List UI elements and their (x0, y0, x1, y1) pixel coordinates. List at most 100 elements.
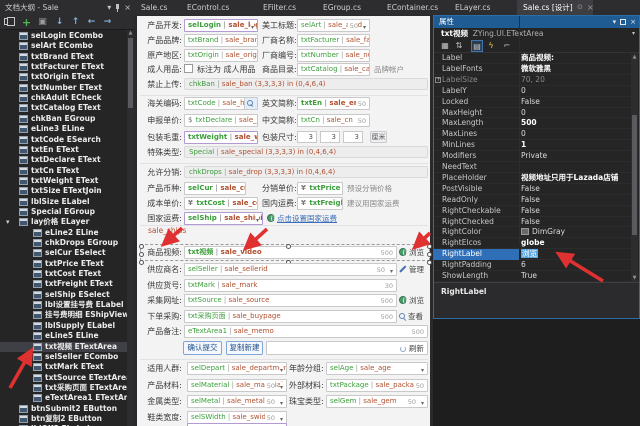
outline-item-txtCn[interactable]: txtCn EText (0, 166, 127, 176)
move-right-icon[interactable]: → (101, 16, 114, 29)
submit-button[interactable]: 确认提交 (183, 341, 222, 355)
property-row-LabelFonts[interactable]: LabelFonts 微软雅黑 (434, 64, 632, 75)
field-sale_memo[interactable]: eTextArea1 | sale_memo 500 (184, 324, 428, 338)
outline-item-lblSupply[interactable]: lblSupply ELabel (0, 321, 127, 331)
move-left-icon[interactable]: ← (85, 16, 98, 29)
close-icon[interactable]: × (124, 0, 131, 15)
property-row-RightLabel[interactable]: RightLabel 浏览 (434, 249, 632, 261)
selection-handle[interactable] (139, 244, 144, 249)
selection-handle[interactable] (427, 244, 432, 249)
outline-item-txtFacturer[interactable]: txtFacturer EText (0, 62, 127, 72)
field-button-查看[interactable]: 查看 (399, 311, 423, 322)
tab-Sale.cs [设计][interactable]: Sale.cs [设计] (523, 0, 573, 15)
outline-item-selArt[interactable]: selArt ECombo (0, 41, 127, 51)
outline-item-txtFreight[interactable]: txtFreight EText (0, 279, 127, 289)
field-sale_buypage[interactable]: txt采购页面 | sale_buypage 500 (184, 309, 397, 323)
copy-new-button[interactable]: 复制新建 (226, 341, 263, 355)
field-sale_mark[interactable]: txtMark | sale_mark 30 (184, 278, 397, 292)
field-button-浏览[interactable]: 浏览 (399, 295, 424, 306)
outline-item-chkAdult[interactable]: chkAdult ECheck (0, 93, 127, 103)
scroll-down-icon[interactable]: ▼ (631, 275, 638, 281)
adult-checkbox[interactable] (184, 64, 193, 73)
field-sale_shipid[interactable]: selShip | sale_shipid▾ (184, 211, 263, 225)
outline-item-txtSource[interactable]: txtSource ETextArea (0, 373, 131, 383)
property-row-MaxLines[interactable]: MaxLines 0 (434, 129, 632, 141)
frame-icon[interactable]: ▣ (36, 16, 49, 29)
outline-item-lblSize[interactable]: lblSize ELabel (0, 197, 127, 207)
scroll-up-icon[interactable]: ▲ (127, 30, 134, 36)
size-input[interactable]: 3 (343, 131, 363, 143)
selection-handle[interactable] (139, 252, 144, 257)
field-sale_decla[interactable]: $ txtDeclare | sale_decla (184, 113, 258, 127)
size-input[interactable]: 3 (297, 131, 317, 143)
property-row-MaxLength[interactable]: MaxLength 500 (434, 118, 632, 130)
alphabetical-icon[interactable]: ⇅ (453, 40, 465, 52)
selection-handle[interactable] (286, 244, 291, 249)
field-sale_department[interactable]: selDepart | sale_department ▾ (187, 361, 287, 375)
tab-pin-icon[interactable]: ⊙ (577, 0, 583, 15)
field-sale_gem[interactable]: selGem | sale_gem 50 ▾ (326, 394, 428, 408)
field-sale_hsco[interactable]: txtCode | sale_hsco (184, 96, 258, 110)
field-sale_material[interactable]: selMaterial | sale_material 50 ▾ (187, 378, 287, 392)
field-sale_logi[interactable]: selLogin | sale_logi▾ (184, 18, 258, 32)
field-sale_source[interactable]: txtSource | sale_source 500 (184, 293, 397, 307)
field-txtFreight[interactable]: ¥ txtFreight | (297, 196, 343, 210)
outline-item-txtCatalog[interactable]: txtCatalog EText (0, 103, 127, 113)
events-icon[interactable]: ϟ (485, 40, 497, 52)
field-sale_artid[interactable]: selArt | sale_artid 50 ▾ (297, 18, 370, 32)
outline-item-txtOrigin[interactable]: txtOrigin EText (0, 72, 127, 82)
outline-item-txtWeight[interactable]: txtWeight EText (0, 176, 127, 186)
outline-item-chkBan[interactable]: chkBan EGroup (0, 114, 127, 124)
property-row-LabelSize[interactable]: + LabelSize 70, 20 (434, 75, 632, 86)
outline-item-chkDrops[interactable]: chkDrops EGroup (0, 238, 127, 248)
move-up-icon[interactable]: ↑ (69, 16, 82, 29)
expander-icon[interactable]: + (435, 76, 441, 83)
field-sale_en[interactable]: txtEn | sale_en 50 (297, 96, 370, 110)
search-button[interactable] (244, 97, 257, 109)
field-sale_package[interactable]: txtPackage | sale_package 50 (326, 378, 428, 392)
tab-close-icon[interactable]: × (587, 0, 594, 15)
outline-scrollbar[interactable]: ▲ (127, 30, 134, 426)
scroll-up-icon[interactable]: ▲ (631, 54, 638, 60)
field-sal[interactable]: ¥ txtPrice | sal (297, 181, 343, 195)
field-sale_swidth[interactable]: selSWidth | sale_swidth 50 ▾ (187, 410, 287, 424)
tab-EControl.cs[interactable]: EControl.cs (187, 0, 229, 15)
property-row-RightPadding[interactable]: RightPadding 6 (434, 260, 632, 272)
outline-item-btnSubmit2[interactable]: btnSubmit2 EButton (0, 404, 127, 414)
field-sale_catalo[interactable]: txtCatalog | sale_catalo (297, 62, 370, 76)
field-sale_cn[interactable]: txtCn | sale_cn 50 (297, 113, 370, 127)
outline-item-txt采购页面[interactable]: txt采购页面 ETextArea (0, 383, 132, 393)
chevron-down-icon[interactable]: ▾ (613, 16, 617, 28)
outline-item-txtCode[interactable]: txtCode ESearch (0, 135, 127, 145)
outline-item-txtPrice[interactable]: txtPrice EText (0, 259, 127, 269)
property-row-ReadOnly[interactable]: ReadOnly False (434, 195, 632, 206)
refresh-button[interactable]: 刷新 (400, 343, 424, 354)
outline-item-txtCost[interactable]: txtCost EText (0, 269, 127, 279)
pin-icon[interactable] (115, 3, 120, 12)
properties-scrollbar-thumb[interactable] (632, 115, 637, 235)
outline-item-eLine2[interactable]: eLine2 ELine (0, 228, 127, 238)
field-sale_brand[interactable]: txtBrand | sale_brand (184, 33, 258, 47)
property-row-RightChecked[interactable]: RightChecked False (434, 217, 632, 228)
outline-item-txtMark[interactable]: txtMark EText (0, 362, 127, 372)
outline-item-eLine5[interactable]: eLine5 ELine (0, 331, 127, 341)
field-sale_age[interactable]: selAge | sale_age ▾ (326, 361, 428, 375)
field-sale_cur[interactable]: selCur | sale_cur (184, 181, 246, 195)
outline-item-btn复制2[interactable]: btn复制2 EButton (0, 414, 127, 424)
categorized-icon[interactable]: ▦ (439, 40, 451, 52)
outline-item-挂号费明细[interactable]: 挂号费明细 EShipViews (0, 310, 134, 320)
outline-item-txtEn[interactable]: txtEn EText (0, 145, 127, 155)
outline-item-eTextArea1[interactable]: eTextArea1 ETextArea (0, 393, 134, 403)
selection-handle[interactable] (427, 260, 432, 265)
maximize-icon[interactable] (620, 19, 627, 25)
property-row-LabelY[interactable]: LabelY 0 (434, 86, 632, 97)
object-selector[interactable]: txt视频 ZYing.UI.ETextArea ▾ (434, 28, 639, 39)
outline-item-txtBrand[interactable]: txtBrand EText (0, 52, 127, 62)
field-button-管理[interactable]: 管理 (399, 264, 424, 275)
field-sale_sellerid[interactable]: selSeller | sale_sellerid 50 ▾ (184, 262, 397, 276)
outline-scrollbar-thumb[interactable] (128, 38, 133, 108)
outline-item-txtNumber[interactable]: txtNumber EText (0, 83, 127, 93)
property-pages-icon[interactable]: ⌐ (501, 40, 513, 52)
close-icon[interactable]: × (630, 16, 636, 28)
outline-item-lbl设置挂号费[interactable]: lbl设置挂号费 ELabel (0, 300, 127, 310)
